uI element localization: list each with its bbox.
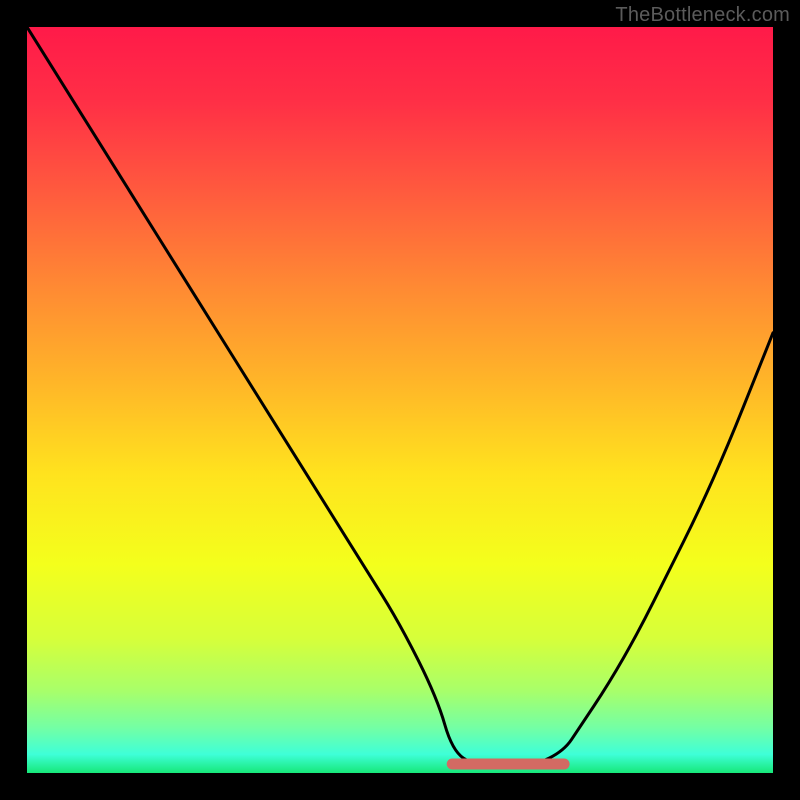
curve-layer: [27, 27, 773, 773]
chart-frame: TheBottleneck.com: [0, 0, 800, 800]
watermark-text: TheBottleneck.com: [615, 4, 790, 27]
plot-area: [27, 27, 773, 773]
bottleneck-curve: [27, 27, 773, 766]
